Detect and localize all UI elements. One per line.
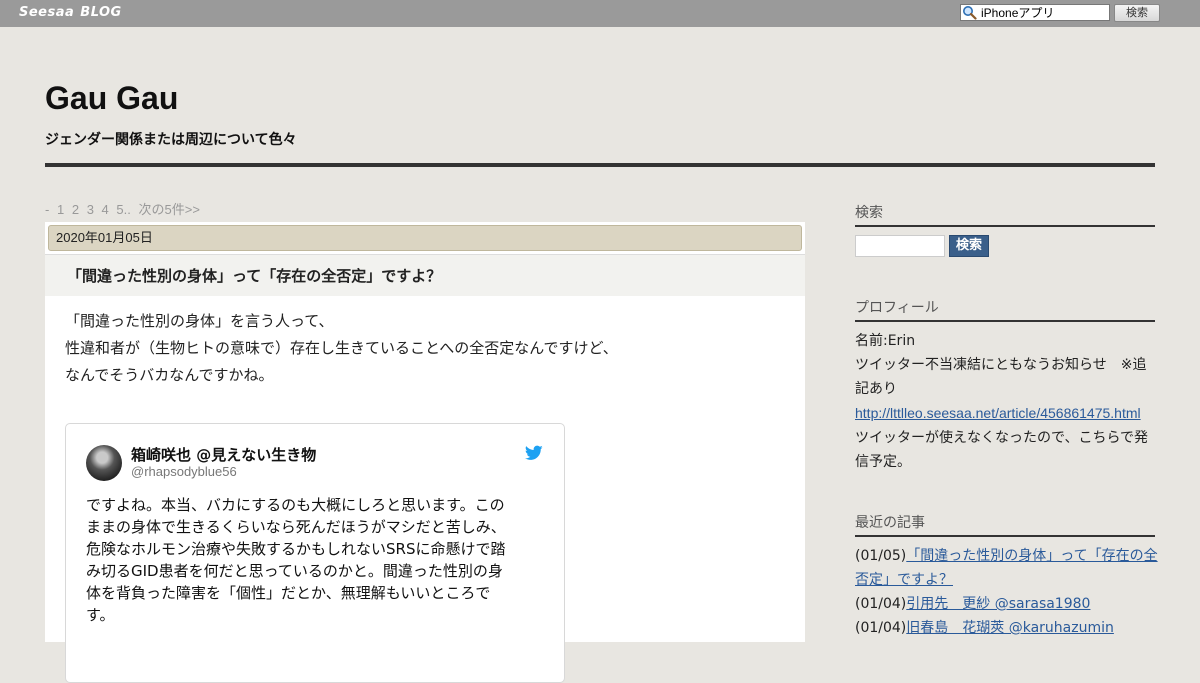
recent-date: (01/04) [855, 620, 907, 636]
top-search-input[interactable] [960, 4, 1110, 21]
profile-line: 信予定。 [855, 454, 911, 470]
seesaa-blog-logo[interactable]: Seesaa BLOG [19, 5, 122, 20]
sidebar-recent-section: 最近の記事 [855, 512, 1155, 537]
article-title-bar: 「間違った性別の身体」って「存在の全否定」ですよ？ [45, 254, 805, 296]
logo-sub: BLOG [80, 5, 122, 20]
pager-dash: - [45, 202, 50, 217]
pager-page-3[interactable]: 3 [87, 202, 94, 217]
embedded-tweet[interactable]: 箱崎咲也 @見えない生き物 @rhapsodyblue56 ですよね。本当、バカ… [65, 423, 565, 683]
body-line: 「間違った性別の身体」を言う人って、 [65, 312, 334, 330]
sidebar-search-button[interactable]: 検索 [949, 235, 989, 257]
tweet-line: す。 [86, 606, 115, 624]
sidebar-profile-heading: プロフィール [855, 297, 1155, 322]
list-item: (01/05)「間違った性別の身体」って「存在の全 [855, 544, 1158, 568]
sidebar-recent-heading: 最近の記事 [855, 512, 1155, 537]
sidebar-search-heading: 検索 [855, 202, 1155, 227]
pager-page-5[interactable]: 5.. [116, 202, 130, 217]
recent-post-link[interactable]: 否定」ですよ？ [855, 572, 953, 588]
header-divider [45, 163, 1155, 167]
sidebar-profile-section: プロフィール [855, 297, 1155, 322]
tweet-author-handle[interactable]: @rhapsodyblue56 [131, 464, 237, 479]
profile-notice-link[interactable]: http://lttlleo.seesaa.net/article/456861… [855, 405, 1141, 421]
top-search-button[interactable]: 検索 [1114, 4, 1160, 22]
pager-page-2[interactable]: 2 [72, 202, 79, 217]
recent-post-link[interactable]: 「間違った性別の身体」って「存在の全 [906, 548, 1157, 564]
list-item: (01/04)引用先 更紗 @sarasa1980 [855, 592, 1155, 616]
article: 2020年01月05日 「間違った性別の身体」って「存在の全否定」ですよ？ 「間… [45, 222, 805, 683]
body-line: 性違和者が（生物ヒトの意味で）存在し生きていることへの全否定なんですけど、 [65, 339, 618, 357]
pager-page-1[interactable]: 1 [57, 202, 64, 217]
recent-date: (01/05) [855, 548, 907, 564]
recent-post-link[interactable]: 引用先 更紗 @sarasa1980 [906, 596, 1090, 612]
article-date: 2020年01月05日 [48, 225, 802, 251]
tweet-author-name[interactable]: 箱崎咲也 @見えない生き物 [131, 444, 316, 465]
profile-line: 名前:Erin [855, 333, 916, 349]
tweet-line: ですよね。本当、バカにするのも大概にしろと思います。この [86, 496, 505, 514]
twitter-bird-icon[interactable] [525, 445, 543, 461]
pager-next[interactable]: 次の5件>> [139, 202, 200, 217]
site-description: ジェンダー関係または周辺について色々 [45, 132, 297, 148]
article-body: 「間違った性別の身体」を言う人って、 性違和者が（生物ヒトの意味で）存在し生きて… [65, 308, 618, 389]
logo-main: Seesaa [19, 5, 75, 20]
sidebar-search-input[interactable] [855, 235, 945, 257]
profile-line: 記あり [855, 381, 897, 397]
site-title[interactable]: Gau Gau [45, 80, 178, 117]
tweet-line: み切るGID患者を何だと思っているのかと。間違った性別の身 [86, 562, 503, 580]
tweet-text: ですよね。本当、バカにするのも大概にしろと思います。この ままの身体で生きるくら… [86, 494, 548, 626]
search-icon [963, 6, 977, 20]
profile-content: 名前:Erin ツイッター不当凍結にともなうお知らせ ※追 記あり http:/… [855, 329, 1155, 474]
body-line: なんでそうバカなんですかね。 [65, 366, 274, 384]
profile-line: ツイッターが使えなくなったので、こちらで発 [855, 430, 1149, 446]
profile-line: ツイッター不当凍結にともなうお知らせ ※追 [855, 357, 1147, 373]
list-item: (01/04)旧春島 花瑚莢 @karuhazumin [855, 616, 1155, 640]
article-title[interactable]: 「間違った性別の身体」って「存在の全否定」ですよ？ [67, 265, 441, 286]
tweet-line: 危険なホルモン治療や失敗するかもしれないSRSに命懸けで踏 [86, 540, 506, 558]
list-item: 否定」ですよ？ [855, 568, 1155, 592]
pager-page-4[interactable]: 4 [102, 202, 109, 217]
sidebar-search-section: 検索 [855, 202, 1155, 227]
recent-date: (01/04) [855, 596, 907, 612]
tweet-line: ままの身体で生きるくらいなら死んだほうがマシだと苦しみ、 [86, 518, 506, 536]
recent-posts-list: (01/05)「間違った性別の身体」って「存在の全 否定」ですよ？ (01/04… [855, 544, 1158, 640]
pager: - 1 2 3 4 5.. 次の5件>> [45, 199, 204, 218]
recent-post-link[interactable]: 旧春島 花瑚莢 @karuhazumin [906, 620, 1114, 636]
avatar[interactable] [86, 445, 122, 481]
tweet-line: 体を背負った障害を「個性」だとか、無理解もいいところで [86, 584, 491, 602]
